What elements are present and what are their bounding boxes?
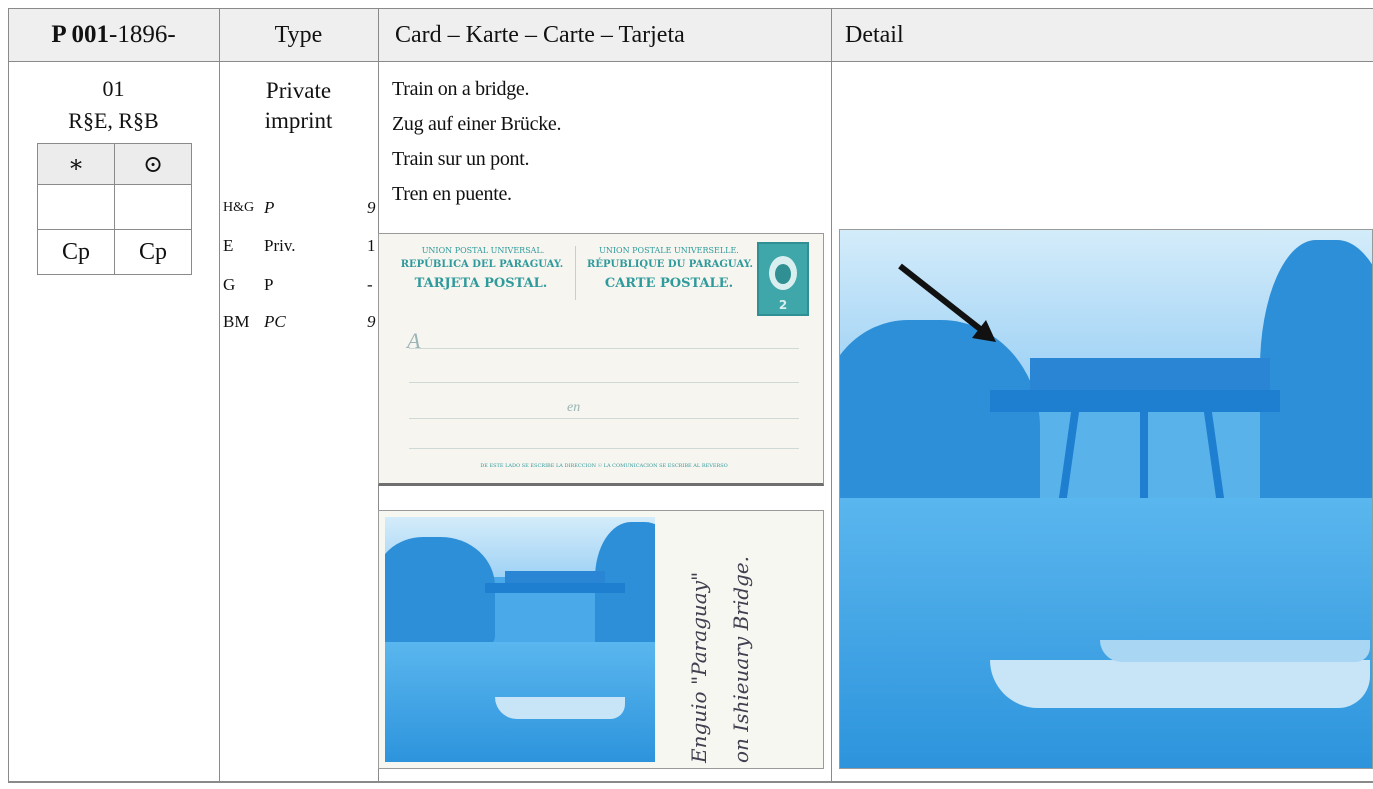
card-text: A: [407, 328, 421, 353]
catalogue-number: -: [367, 275, 373, 294]
mint-symbol: ∗: [37, 143, 115, 185]
catalogue-number: 9: [367, 312, 376, 331]
catalogue-value: P: [264, 198, 275, 217]
catalogue-key: H&G: [223, 200, 255, 215]
postcard-front-image: UNION POSTAL UNIVERSAL. REPÚBLICA DEL PA…: [378, 233, 824, 486]
entry-number: 01: [102, 76, 125, 101]
catalogue-value: PC: [264, 312, 286, 331]
water: [840, 498, 1372, 768]
catalogue-value: P: [264, 275, 274, 294]
mint-code: Cp: [37, 229, 115, 275]
bridge-pillar: [1203, 410, 1225, 500]
used-value: [114, 184, 192, 230]
train: [1030, 358, 1270, 390]
card-text: UNION POSTAL UNIVERSAL.: [421, 246, 545, 255]
catalogue-key: G: [223, 275, 236, 294]
used-symbol: ⊙: [114, 143, 192, 185]
address-line: [409, 348, 799, 349]
pointer-arrow-icon: [898, 263, 996, 342]
catalogue-key: BM: [223, 312, 250, 331]
stamp-portrait-detail: [775, 264, 791, 284]
description-es: Tren en puente.: [392, 183, 512, 205]
detail-image: [839, 229, 1373, 769]
handwriting: Enguio "Paraguay": [687, 571, 711, 763]
postage-stamp: 2: [757, 242, 809, 316]
card-text: REPÚBLICA DEL PARAGUAY.: [400, 259, 564, 270]
catalogue-key: E: [223, 236, 234, 255]
bridge-deck: [990, 390, 1280, 412]
bridge-pillar: [1140, 410, 1148, 500]
card-text: TARJETA POSTAL.: [414, 276, 548, 291]
address-line: [409, 382, 799, 383]
address-line: [409, 418, 799, 419]
card-text: DE ESTE LADO SE ESCRIBE LA DIRECCION ☉ L…: [480, 463, 728, 469]
mint-value: [37, 184, 115, 230]
boat: [1100, 640, 1370, 662]
address-line: [409, 448, 799, 449]
postcard-back-image: Enguio "Paraguay" on Ishieuary Bridge.: [378, 510, 824, 769]
card-text: UNION POSTALE UNIVERSELLE.: [599, 246, 739, 255]
bridge-pillar: [1058, 410, 1080, 500]
stamp-value: 2: [778, 298, 788, 312]
card-text: CARTE POSTALE.: [604, 276, 734, 291]
train: [505, 571, 605, 583]
description-de: Zug auf einer Brücke.: [392, 113, 562, 135]
type-line: imprint: [264, 108, 333, 133]
handwriting: on Ishieuary Bridge.: [729, 555, 753, 763]
trees: [385, 537, 495, 647]
bridge-deck: [485, 583, 625, 593]
card-divider: [575, 246, 576, 300]
card-text: en: [567, 400, 581, 415]
boat: [495, 697, 625, 719]
cyanotype-photo: [385, 517, 655, 762]
card-text: RÉPUBLIQUE DU PARAGUAY.: [587, 259, 753, 270]
type-value: Private imprint: [219, 76, 378, 136]
catalogue-number: 9: [367, 198, 376, 217]
type-line: Private: [265, 78, 332, 103]
catalogue-value: Priv.: [264, 236, 296, 255]
boat: [990, 660, 1370, 708]
used-code: Cp: [114, 229, 192, 275]
description-fr: Train sur un pont.: [392, 148, 530, 170]
condition-table: ∗ ⊙ Cp Cp: [37, 143, 192, 275]
reverse-codes: R§E, R§B: [68, 108, 159, 133]
description-en: Train on a bridge.: [392, 78, 530, 100]
catalogue-number: 1: [367, 236, 376, 255]
